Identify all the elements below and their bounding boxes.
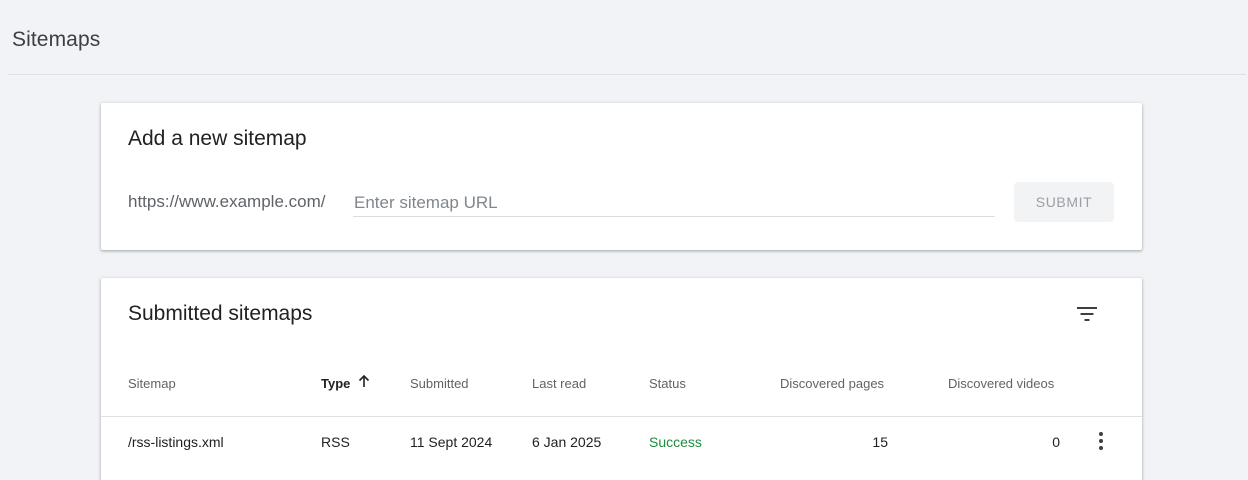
column-header-discovered-videos[interactable]: Discovered videos: [948, 372, 1054, 395]
sitemaps-page: Sitemaps Add a new sitemap https://www.e…: [0, 0, 1248, 480]
column-header-last-read[interactable]: Last read: [532, 372, 586, 395]
cell-last-read: 6 Jan 2025: [532, 434, 602, 450]
column-header-type-label: Type: [321, 376, 351, 391]
submitted-sitemaps-title: Submitted sitemaps: [128, 302, 313, 325]
cell-discovered-videos: 0: [1052, 434, 1060, 450]
page-title: Sitemaps: [12, 28, 101, 51]
header-divider: [8, 74, 1246, 75]
more-vert-icon[interactable]: [1089, 429, 1113, 453]
sitemap-url-prefix: https://www.example.com/: [128, 192, 326, 211]
submit-button[interactable]: SUBMIT: [1014, 182, 1114, 222]
column-header-sitemap[interactable]: Sitemap: [128, 372, 176, 395]
column-header-type[interactable]: Type: [321, 372, 371, 395]
column-header-status[interactable]: Status: [649, 372, 686, 395]
cell-discovered-pages: 15: [872, 434, 888, 450]
cell-submitted: 11 Sept 2024: [410, 434, 493, 450]
cell-type: RSS: [321, 434, 350, 450]
column-header-submitted[interactable]: Submitted: [410, 372, 469, 395]
column-header-discovered-pages[interactable]: Discovered pages: [780, 372, 884, 395]
submitted-sitemaps-card: Submitted sitemaps Sitemap Type Submitte…: [101, 278, 1142, 480]
filter-list-icon[interactable]: [1075, 302, 1099, 326]
table-header-row: Sitemap Type Submitted Last read Status …: [101, 372, 1142, 417]
sort-ascending-arrow-icon: [359, 374, 370, 387]
cell-sitemap: /rss-listings.xml: [128, 434, 224, 450]
cell-status: Success: [649, 434, 702, 450]
page-header: Sitemaps: [0, 0, 1248, 75]
table-row[interactable]: /rss-listings.xml RSS 11 Sept 2024 6 Jan…: [101, 417, 1142, 469]
sitemap-url-input[interactable]: [353, 187, 995, 217]
add-sitemap-title: Add a new sitemap: [128, 127, 307, 150]
add-sitemap-card: Add a new sitemap https://www.example.co…: [101, 103, 1142, 250]
